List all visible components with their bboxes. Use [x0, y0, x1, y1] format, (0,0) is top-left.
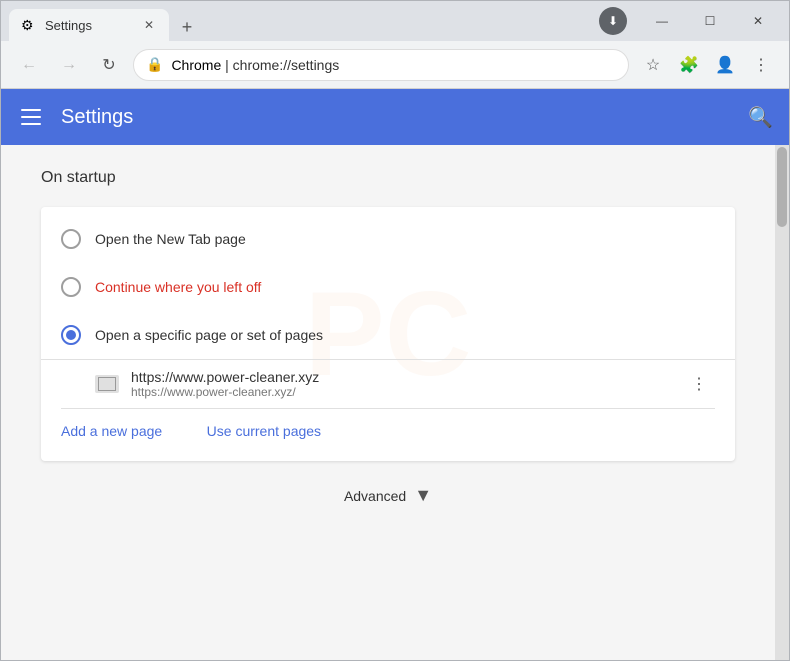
- radio-label-new-tab: Open the New Tab page: [95, 231, 246, 247]
- radio-label-continue: Continue where you left off: [95, 279, 261, 295]
- use-current-pages-button[interactable]: Use current pages: [187, 409, 341, 453]
- radio-option-specific[interactable]: Open a specific page or set of pages: [41, 311, 735, 359]
- startup-options-card: PC Open the New Tab page Continue where …: [41, 207, 735, 461]
- browser-window: ⚙ Settings ✕ + ⬇ — ☐ ✕ ← → ↻ 🔒 Chrome | …: [0, 0, 790, 661]
- header-left: Settings: [17, 105, 133, 129]
- advanced-section: Advanced ▼: [41, 485, 735, 506]
- window-controls: — ☐ ✕: [639, 5, 781, 37]
- main-content: On startup PC Open the New Tab page Cont…: [1, 145, 789, 660]
- bookmark-button[interactable]: ☆: [637, 49, 669, 81]
- radio-label-specific: Open a specific page or set of pages: [95, 327, 323, 343]
- tab-favicon: ⚙: [21, 17, 37, 33]
- url-path: chrome://settings: [233, 57, 340, 73]
- address-url: Chrome | chrome://settings: [171, 57, 339, 73]
- page-menu-button[interactable]: ⋮: [683, 368, 715, 400]
- hamburger-line-3: [21, 123, 41, 125]
- scrollbar-thumb[interactable]: [777, 147, 787, 227]
- chrome-menu-button[interactable]: ⋮: [745, 49, 777, 81]
- advanced-arrow-icon: ▼: [414, 485, 432, 506]
- hamburger-line-1: [21, 109, 41, 111]
- navigation-bar: ← → ↻ 🔒 Chrome | chrome://settings ☆ 🧩 👤…: [1, 41, 789, 89]
- tab-title: Settings: [45, 18, 133, 33]
- active-tab[interactable]: ⚙ Settings ✕: [9, 9, 169, 41]
- tab-close-button[interactable]: ✕: [141, 17, 157, 33]
- back-button[interactable]: ←: [13, 49, 45, 81]
- radio-continue[interactable]: [61, 277, 81, 297]
- profile-button[interactable]: 👤: [709, 49, 741, 81]
- page-icon: [95, 375, 119, 393]
- download-icon: ⬇: [608, 14, 618, 28]
- advanced-label: Advanced: [344, 488, 406, 504]
- app-title: Settings: [61, 106, 133, 129]
- title-bar: ⚙ Settings ✕ + ⬇ — ☐ ✕: [1, 1, 789, 41]
- app-header: Settings 🔍: [1, 89, 789, 145]
- add-new-page-button[interactable]: Add a new page: [41, 409, 182, 453]
- scrollbar[interactable]: [775, 145, 789, 660]
- lock-icon: 🔒: [146, 56, 163, 73]
- hamburger-menu-button[interactable]: [17, 105, 45, 129]
- url-host: Chrome: [171, 57, 221, 73]
- close-button[interactable]: ✕: [735, 5, 781, 37]
- section-title: On startup: [41, 169, 735, 187]
- forward-button[interactable]: →: [53, 49, 85, 81]
- nav-actions: ☆ 🧩 👤 ⋮: [637, 49, 777, 81]
- radio-specific[interactable]: [61, 325, 81, 345]
- radio-new-tab[interactable]: [61, 229, 81, 249]
- url-separator: |: [221, 57, 232, 73]
- download-indicator: ⬇: [599, 7, 627, 35]
- address-bar[interactable]: 🔒 Chrome | chrome://settings: [133, 49, 629, 81]
- extensions-button[interactable]: 🧩: [673, 49, 705, 81]
- radio-option-new-tab[interactable]: Open the New Tab page: [41, 215, 735, 263]
- content-area: On startup PC Open the New Tab page Cont…: [1, 145, 775, 660]
- page-entry: https://www.power-cleaner.xyz https://ww…: [41, 359, 735, 408]
- page-info: https://www.power-cleaner.xyz https://ww…: [131, 369, 671, 399]
- new-tab-button[interactable]: +: [173, 13, 201, 41]
- page-url-main: https://www.power-cleaner.xyz: [131, 369, 671, 385]
- search-button[interactable]: 🔍: [748, 105, 773, 130]
- page-url-sub: https://www.power-cleaner.xyz/: [131, 385, 671, 399]
- hamburger-line-2: [21, 116, 41, 118]
- tab-bar: ⚙ Settings ✕ +: [9, 1, 599, 41]
- maximize-button[interactable]: ☐: [687, 5, 733, 37]
- radio-option-continue[interactable]: Continue where you left off: [41, 263, 735, 311]
- minimize-button[interactable]: —: [639, 5, 685, 37]
- reload-button[interactable]: ↻: [93, 49, 125, 81]
